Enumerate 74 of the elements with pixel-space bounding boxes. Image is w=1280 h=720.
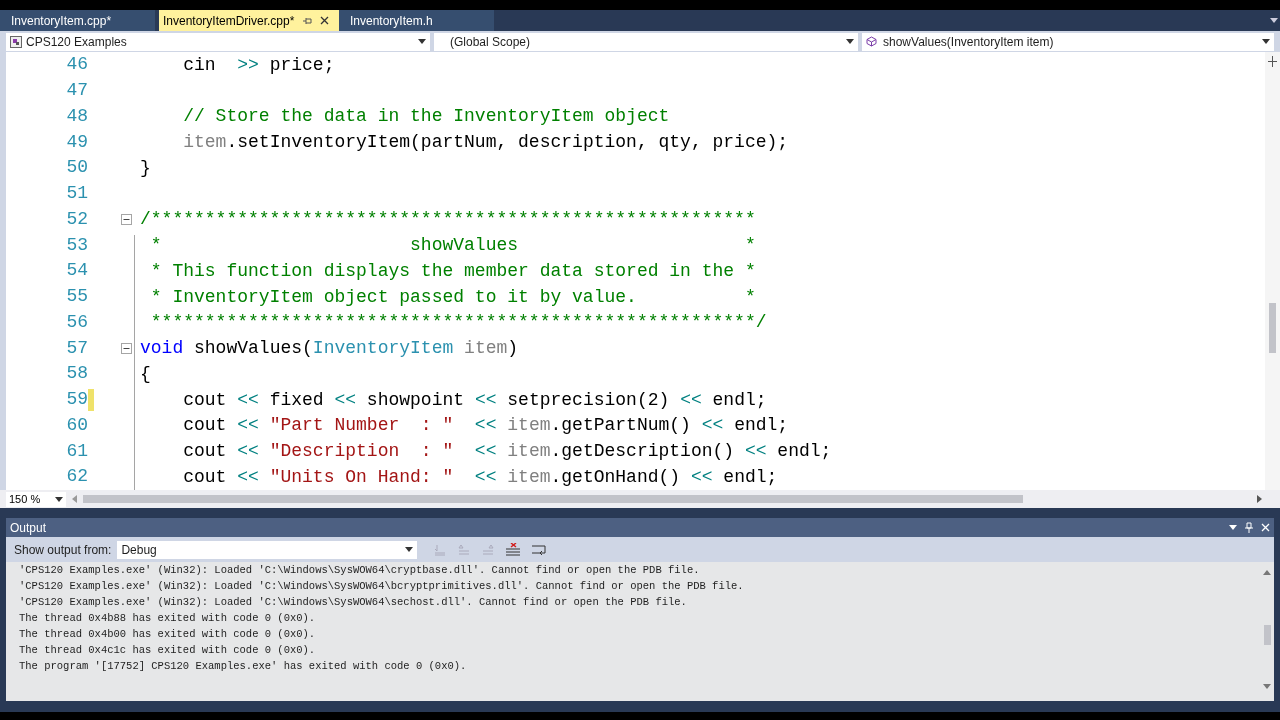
vertical-scrollbar[interactable] <box>1265 52 1280 490</box>
zoom-dropdown[interactable]: 150 % <box>6 491 66 507</box>
output-line: 'CPS120 Examples.exe' (Win32): Loaded 'C:\Windows\SysWOW64\bcryptprimitives.dll'. Cannot find or open the PDB file. <box>19 579 745 594</box>
code-line: cin >> price; <box>182 55 335 74</box>
code-line: cout << fixed << showpoint << setprecision(2) << endl; <box>182 390 767 409</box>
code-line: * This function displays the member data stored in the * <box>149 261 756 280</box>
word-wrap-icon[interactable] <box>531 542 548 557</box>
line-number: 50 <box>65 156 88 180</box>
line-number: 61 <box>65 439 88 463</box>
output-line: The thread 0x4b88 has exited with code 0 (0x0). <box>19 611 317 626</box>
code-line: /******************************************************** <box>140 210 756 229</box>
collapse-icon[interactable] <box>121 342 132 354</box>
code-line: // Store the data in the InventoryItem object <box>182 107 670 126</box>
line-number: 57 <box>65 336 88 360</box>
line-number: 56 <box>65 310 88 334</box>
file-tab[interactable]: InventoryItemDriver.cpp* <box>159 10 339 31</box>
line-number: 52 <box>65 207 88 231</box>
scroll-left-icon[interactable] <box>72 495 77 503</box>
code-line: * showValues * <box>149 236 756 255</box>
panel-title: Output <box>10 519 48 537</box>
close-icon[interactable] <box>320 16 330 25</box>
file-tab[interactable]: InventoryItem.cpp* <box>0 10 155 31</box>
code-line: item.setInventoryItem(partNum, description, qty, price); <box>182 133 789 152</box>
line-number: 51 <box>65 182 88 206</box>
output-line: The program '[17752] CPS120 Examples.exe' has exited with code 0 (0x0). <box>19 659 468 674</box>
pin-icon[interactable] <box>1245 522 1253 533</box>
line-number: 48 <box>65 104 88 128</box>
dropdown-arrow-icon <box>846 39 854 44</box>
dropdown-arrow-icon <box>405 547 414 552</box>
line-number: 53 <box>65 233 88 257</box>
line-number: 46 <box>65 53 88 77</box>
line-number: 60 <box>65 413 88 437</box>
method-icon <box>866 36 877 47</box>
code-line: * InventoryItem object passed to it by value. * <box>149 287 756 306</box>
dropdown-arrow-icon <box>418 39 426 44</box>
line-number: 62 <box>65 465 88 489</box>
scrollbar-thumb[interactable] <box>1263 625 1271 645</box>
source-dropdown[interactable]: Debug <box>117 540 418 559</box>
member-dropdown[interactable]: showValues(InventoryItem item) <box>862 32 1274 51</box>
output-horizontal-scrollbar[interactable] <box>6 689 1274 701</box>
scroll-up-icon[interactable] <box>1263 570 1271 575</box>
output-line: The thread 0x4b00 has exited with code 0 (0x0). <box>19 627 317 642</box>
line-number: 59 <box>65 388 88 412</box>
line-number: 58 <box>65 362 88 386</box>
window-menu-icon <box>1229 525 1237 530</box>
tab-list-icon <box>1270 18 1278 23</box>
code-line: cout << "Part Number : " << item.getPartNum() << endl; <box>182 416 789 435</box>
line-number: 49 <box>65 130 88 154</box>
code-line: void showValues(InventoryItem item) <box>140 339 519 358</box>
scrollbar-thumb[interactable] <box>1269 303 1276 353</box>
file-tab[interactable]: InventoryItem.h <box>339 10 494 31</box>
source-label: Show output from: <box>14 541 112 559</box>
project-icon <box>10 35 22 48</box>
code-line: cout << "Units On Hand: " << item.getOnHand() << endl; <box>182 467 778 486</box>
scrollbar-thumb[interactable] <box>83 495 1023 503</box>
scope-dropdown[interactable]: (Global Scope) <box>434 32 858 51</box>
dropdown-arrow-icon <box>1262 39 1270 44</box>
output-line: The thread 0x4c1c has exited with code 0 (0x0). <box>19 643 317 658</box>
code-line: cout << "Description : " << item.getDescription() << endl; <box>182 442 832 461</box>
code-line: ********************************************************/ <box>149 313 767 332</box>
code-line: { <box>140 364 151 383</box>
dropdown-arrow-icon <box>55 496 63 502</box>
code-line: } <box>140 158 151 177</box>
output-line: 'CPS120 Examples.exe' (Win32): Loaded 'C:\Windows\SysWOW64\sechost.dll'. Cannot find or open the PDB file. <box>19 595 688 610</box>
pin-icon[interactable] <box>302 15 313 26</box>
project-dropdown[interactable]: CPS120 Examples <box>6 32 430 51</box>
line-number: 54 <box>65 259 88 283</box>
scroll-right-icon[interactable] <box>1257 495 1262 503</box>
output-line: 'CPS120 Examples.exe' (Win32): Loaded 'C:\Windows\SysWOW64\cryptbase.dll'. Cannot find or open the PDB file. <box>19 563 701 578</box>
collapse-icon[interactable] <box>121 213 132 225</box>
clear-all-icon[interactable] <box>505 542 522 557</box>
line-number: 47 <box>65 79 88 103</box>
line-number: 55 <box>65 285 88 309</box>
split-icon[interactable] <box>1268 56 1277 67</box>
